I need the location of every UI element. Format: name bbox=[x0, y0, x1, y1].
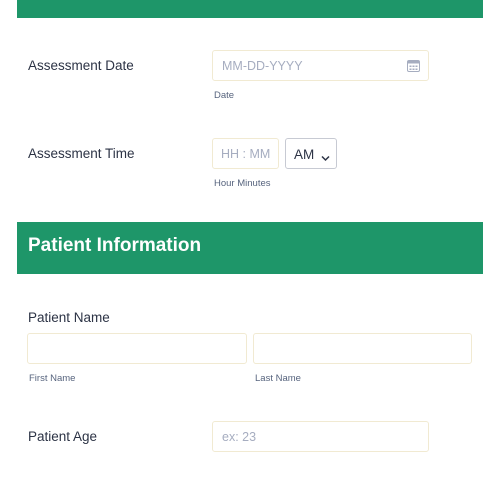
ampm-value: AM bbox=[294, 147, 315, 162]
last-name-sublabel: Last Name bbox=[255, 373, 301, 384]
last-name-input[interactable] bbox=[253, 333, 472, 364]
chevron-down-icon bbox=[321, 150, 330, 162]
assessment-time-placeholder: HH : MM bbox=[221, 147, 271, 161]
assessment-date-sublabel: Date bbox=[214, 90, 235, 101]
patient-age-label: Patient Age bbox=[28, 429, 98, 444]
patient-age-placeholder: ex: 23 bbox=[222, 430, 257, 444]
form-header-bar bbox=[17, 0, 483, 18]
first-name-input[interactable] bbox=[27, 333, 247, 364]
patient-name-label: Patient Name bbox=[28, 310, 110, 325]
assessment-date-input[interactable]: MM-DD-YYYY bbox=[212, 50, 429, 81]
assessment-time-input[interactable]: HH : MM bbox=[212, 138, 279, 169]
assessment-time-label: Assessment Time bbox=[28, 146, 135, 161]
section-title: Patient Information bbox=[28, 235, 202, 256]
first-name-sublabel: First Name bbox=[29, 373, 76, 384]
assessment-date-placeholder: MM-DD-YYYY bbox=[222, 59, 303, 73]
ampm-select[interactable]: AM bbox=[285, 138, 337, 169]
calendar-icon[interactable] bbox=[407, 59, 420, 72]
patient-age-input[interactable]: ex: 23 bbox=[212, 421, 429, 452]
assessment-date-label: Assessment Date bbox=[28, 58, 134, 73]
assessment-time-sublabel: Hour Minutes bbox=[214, 178, 271, 189]
